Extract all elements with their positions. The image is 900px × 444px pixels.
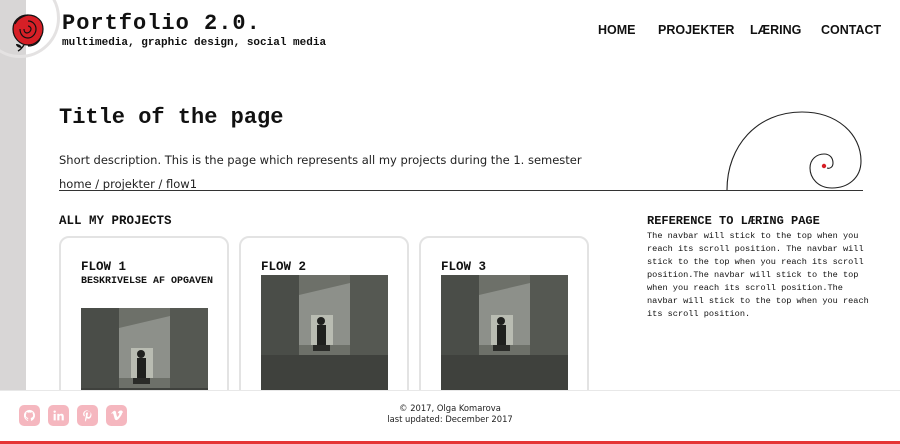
- sidebar-strip: [0, 0, 26, 390]
- card-subtitle: BESKRIVELSE AF OPGAVEN: [81, 276, 214, 287]
- project-card-flow-3[interactable]: FLOW 3: [419, 236, 589, 406]
- site-subtitle: multimedia, graphic design, social media: [62, 37, 327, 49]
- footer-copyright-block: © 2017, Olga Komarova last updated: Dece…: [0, 403, 900, 425]
- project-card-flow-1[interactable]: FLOW 1 BESKRIVELSE AF OPGAVEN: [59, 236, 229, 406]
- last-updated-text: last updated: December 2017: [387, 414, 513, 424]
- page-description: Short description. This is the page whic…: [59, 153, 582, 167]
- spiral-decoration-icon: [726, 111, 862, 191]
- breadcrumb[interactable]: home / projekter / flow1: [59, 177, 197, 191]
- project-card-flow-2[interactable]: FLOW 2: [239, 236, 409, 406]
- site-title[interactable]: Portfolio 2.0.: [62, 11, 261, 36]
- project-thumbnail[interactable]: [261, 275, 388, 395]
- reference-title[interactable]: REFERENCE TO LÆRING PAGE: [647, 214, 820, 228]
- card-title: FLOW 2: [261, 260, 307, 274]
- project-thumbnail[interactable]: [441, 275, 568, 395]
- nav-item-contact[interactable]: CONTACT: [821, 23, 881, 37]
- card-title: FLOW 3: [441, 260, 487, 274]
- footer: © 2017, Olga Komarova last updated: Dece…: [0, 390, 900, 444]
- nav-item-home[interactable]: HOME: [598, 23, 636, 37]
- projects-section-title: ALL MY PROJECTS: [59, 214, 172, 228]
- page-title: Title of the page: [59, 105, 284, 130]
- copyright-text: © 2017, Olga Komarova: [399, 403, 501, 413]
- card-title: FLOW 1: [81, 260, 127, 274]
- reference-body: The navbar will stick to the top when yo…: [647, 231, 869, 319]
- nav-item-laering[interactable]: LÆRING: [750, 23, 801, 37]
- rose-logo-icon[interactable]: [10, 12, 46, 52]
- nav-item-projekter[interactable]: PROJEKTER: [658, 23, 734, 37]
